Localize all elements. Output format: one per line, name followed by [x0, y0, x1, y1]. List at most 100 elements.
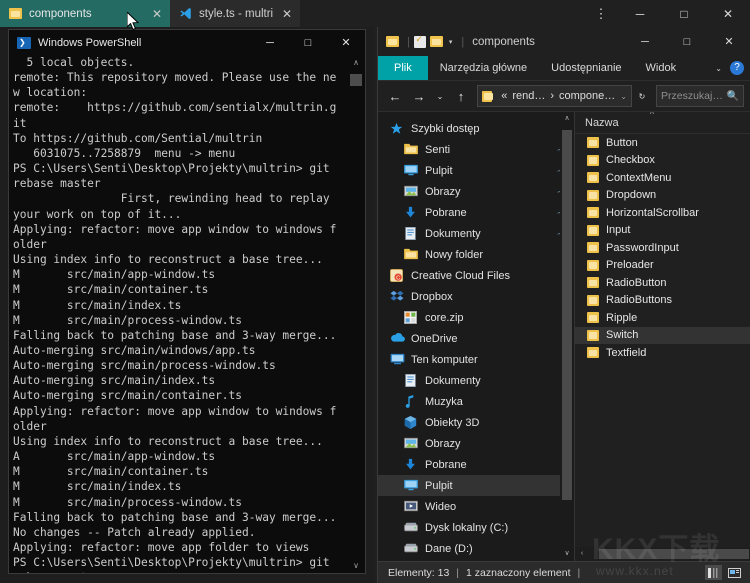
sidebar-item-dropbox[interactable]: Dropbox	[378, 286, 574, 307]
table-row[interactable]: Ripple	[575, 309, 750, 327]
explorer-minimize-icon[interactable]: ─	[624, 27, 666, 56]
sidebar-item-pobrane[interactable]: Pobrane	[378, 454, 574, 475]
sidebar-item-pulpit[interactable]: Pulpit📌	[378, 160, 574, 181]
tab-style-ts-label: style.ts - multrin - …	[199, 8, 273, 20]
help-icon[interactable]: ?	[730, 61, 744, 75]
pictures-icon	[404, 185, 419, 199]
sidebar-item-szybki-dost-p[interactable]: Szybki dostęp	[378, 118, 574, 139]
sidebar-item-label: Dysk lokalny (C:)	[425, 522, 508, 534]
sidebar-item-dysk-lokalny-c[interactable]: Dysk lokalny (C:)	[378, 517, 574, 538]
sidebar-item-dokumenty[interactable]: Dokumenty📌	[378, 223, 574, 244]
breadcrumb-segment-components[interactable]: compone…	[559, 90, 615, 102]
powershell-scroll-thumb[interactable]	[350, 74, 362, 86]
folder-icon	[587, 295, 599, 306]
sidebar-item-muzyka[interactable]: Muzyka	[378, 391, 574, 412]
breadcrumb-overflow[interactable]: «	[501, 90, 507, 102]
sidebar-item-dane-d[interactable]: Dane (D:)	[378, 538, 574, 559]
sidebar-item-obiekty-3d[interactable]: Obiekty 3D	[378, 412, 574, 433]
large-icons-view-icon[interactable]	[726, 565, 743, 580]
sort-ascending-icon: ∧	[649, 111, 655, 116]
folder-icon	[587, 242, 599, 253]
ribbon-tab-widok[interactable]: Widok	[634, 56, 689, 80]
nav-scroll-thumb[interactable]	[562, 130, 572, 500]
search-input[interactable]: Przeszukaj… 🔍	[656, 85, 744, 107]
app-minimize-icon[interactable]: ─	[618, 0, 662, 27]
sidebar-item-label: Dropbox	[411, 291, 453, 303]
powershell-scrollbar[interactable]: ∧ ∨	[348, 55, 364, 573]
tab-style-ts[interactable]: style.ts - multrin - … ✕	[170, 0, 300, 27]
table-row[interactable]: HorizontalScrollbar	[575, 204, 750, 222]
powershell-close-icon[interactable]: ✕	[327, 30, 365, 55]
explorer-titlebar[interactable]: | ▾ | components ─ □ ✕	[378, 27, 750, 56]
column-header-nazwa[interactable]: Nazwa ∧	[575, 112, 750, 134]
sidebar-item-senti[interactable]: Senti📌	[378, 139, 574, 160]
table-row[interactable]: RadioButtons	[575, 292, 750, 310]
new-folder-icon[interactable]	[430, 36, 443, 47]
table-row[interactable]: Dropdown	[575, 187, 750, 205]
file-name: Switch	[606, 329, 638, 341]
table-row[interactable]: ContextMenu	[575, 169, 750, 187]
table-row[interactable]: Checkbox	[575, 152, 750, 170]
sidebar-item-obrazy[interactable]: Obrazy📌	[378, 181, 574, 202]
powershell-minimize-icon[interactable]: ─	[251, 30, 289, 55]
table-row[interactable]: Preloader	[575, 257, 750, 275]
table-row[interactable]: PasswordInput	[575, 239, 750, 257]
app-close-icon[interactable]: ✕	[706, 0, 750, 27]
explorer-maximize-icon[interactable]: □	[666, 27, 708, 56]
up-button[interactable]: ↑	[450, 85, 472, 107]
hscroll-left-icon[interactable]: ‹	[575, 547, 589, 561]
refresh-icon[interactable]: ↻	[634, 85, 650, 107]
powershell-maximize-icon[interactable]: □	[289, 30, 327, 55]
sidebar-item-label: Pobrane	[425, 459, 467, 471]
ribbon-tab-plik[interactable]: Plik	[378, 56, 428, 80]
hscroll-track[interactable]	[589, 547, 736, 561]
powershell-titlebar[interactable]: Windows PowerShell ─ □ ✕	[9, 30, 365, 55]
sidebar-item-pobrane[interactable]: Pobrane📌	[378, 202, 574, 223]
tab-style-ts-close-icon[interactable]: ✕	[280, 7, 294, 21]
column-header-label: Nazwa	[585, 117, 619, 129]
explorer-close-icon[interactable]: ✕	[708, 27, 750, 56]
powershell-icon	[17, 37, 31, 49]
recent-locations-button[interactable]: ⌄	[432, 85, 448, 107]
creative-cloud-icon: C	[390, 269, 405, 283]
navigation-scrollbar[interactable]: ∧ ∨	[560, 112, 574, 561]
sidebar-item-onedrive[interactable]: OneDrive	[378, 328, 574, 349]
nav-scroll-up-icon[interactable]: ∧	[560, 112, 574, 126]
sidebar-item-pulpit[interactable]: Pulpit	[378, 475, 574, 496]
properties-icon[interactable]	[414, 36, 426, 48]
table-row[interactable]: Switch	[575, 327, 750, 345]
chevron-down-icon[interactable]: ▾	[449, 38, 453, 46]
breadcrumb-dropdown-icon[interactable]: ⌄	[620, 92, 627, 101]
app-maximize-icon[interactable]: □	[662, 0, 706, 27]
tab-components-close-icon[interactable]: ✕	[150, 7, 164, 21]
back-button[interactable]: ←	[384, 85, 406, 107]
sidebar-item-ten-komputer[interactable]: Ten komputer	[378, 349, 574, 370]
tab-components[interactable]: components ✕	[0, 0, 170, 27]
scroll-up-icon[interactable]: ∧	[348, 55, 364, 70]
ribbon-expand-chevron-icon[interactable]: ⌄	[715, 64, 722, 73]
ribbon-tab-udostepnianie[interactable]: Udostępnianie	[539, 56, 633, 80]
nav-scroll-down-icon[interactable]: ∨	[560, 547, 574, 561]
breadcrumb[interactable]: « rend… › compone… ⌄	[477, 85, 632, 107]
table-row[interactable]: RadioButton	[575, 274, 750, 292]
hscroll-thumb[interactable]	[599, 549, 749, 559]
table-row[interactable]: Input	[575, 222, 750, 240]
overflow-menu-icon[interactable]: ⋮	[584, 0, 618, 27]
file-name: ContextMenu	[606, 172, 671, 184]
sidebar-item-wideo[interactable]: Wideo	[378, 496, 574, 517]
details-view-icon[interactable]	[705, 565, 722, 580]
sidebar-item-obrazy[interactable]: Obrazy	[378, 433, 574, 454]
table-row[interactable]: Button	[575, 134, 750, 152]
ribbon-tab-narzedzia-glowne[interactable]: Narzędzia główne	[428, 56, 539, 80]
sidebar-item-dokumenty[interactable]: Dokumenty	[378, 370, 574, 391]
sidebar-item-creative-cloud-files[interactable]: CCreative Cloud Files	[378, 265, 574, 286]
forward-button[interactable]: →	[408, 85, 430, 107]
sidebar-item-core-zip[interactable]: core.zip	[378, 307, 574, 328]
scroll-down-icon[interactable]: ∨	[348, 558, 364, 573]
folder-icon	[587, 347, 599, 358]
file-list-horizontal-scrollbar[interactable]: ‹ ›	[575, 547, 750, 561]
breadcrumb-segment-rend[interactable]: rend…	[512, 90, 545, 102]
powershell-console-output[interactable]: 5 local objects. remote: This repository…	[9, 55, 365, 573]
sidebar-item-nowy-folder[interactable]: Nowy folder	[378, 244, 574, 265]
table-row[interactable]: Textfield	[575, 344, 750, 362]
